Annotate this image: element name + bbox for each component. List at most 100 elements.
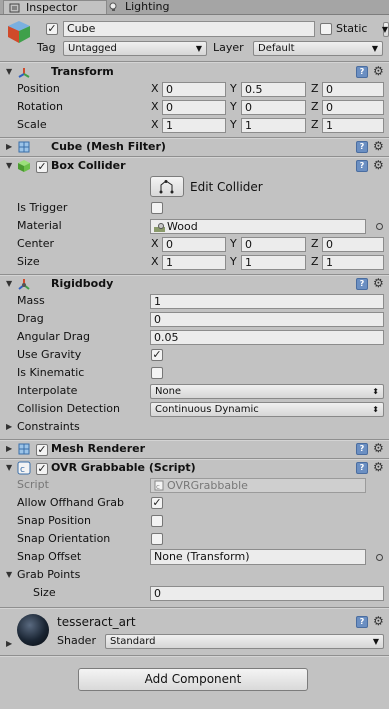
box-collider-enabled-checkbox[interactable]: ✓ [36, 161, 48, 173]
drag-field[interactable]: 0 [150, 312, 384, 327]
tab-inspector[interactable]: Inspector [3, 0, 107, 14]
gear-icon[interactable]: ⚙ [373, 460, 384, 474]
box-collider-icon [17, 159, 31, 173]
rigidbody-icon [17, 277, 31, 291]
size-y-field[interactable]: 1 [241, 255, 306, 270]
ovr-grabbable-enabled-checkbox[interactable]: ✓ [36, 463, 48, 475]
cube-object-icon [6, 19, 32, 45]
transform-fold-arrow[interactable]: ▼ [6, 64, 12, 80]
snap-orientation-checkbox[interactable] [151, 533, 163, 545]
scale-y-field[interactable]: 1 [241, 118, 306, 133]
position-z-field[interactable]: 0 [322, 82, 384, 97]
rotation-z-field[interactable]: 0 [322, 100, 384, 115]
gear-icon[interactable]: ⚙ [373, 441, 384, 455]
x-axis-label: X [151, 100, 159, 113]
gear-icon[interactable]: ⚙ [373, 139, 384, 153]
dropdown-arrow-icon: ▼ [371, 44, 378, 53]
help-icon[interactable]: ? [356, 141, 368, 153]
use-gravity-checkbox[interactable]: ✓ [151, 349, 163, 361]
box-collider-fold-arrow[interactable]: ▼ [6, 158, 12, 174]
divider [0, 608, 389, 609]
help-icon[interactable]: ? [356, 66, 368, 78]
x-axis-label: X [151, 118, 159, 131]
material-field[interactable]: Wood [150, 219, 366, 234]
gear-icon[interactable]: ⚙ [373, 158, 384, 172]
scale-z-field[interactable]: 1 [322, 118, 384, 133]
mesh-filter-icon [17, 140, 31, 154]
gear-icon[interactable]: ⚙ [373, 614, 384, 628]
z-axis-label: Z [311, 237, 319, 250]
material-fold-arrow[interactable]: ▶ [6, 636, 12, 652]
allow-offhand-checkbox[interactable]: ✓ [151, 497, 163, 509]
active-checkbox[interactable]: ✓ [46, 23, 58, 35]
size-z-field[interactable]: 1 [322, 255, 384, 270]
mesh-renderer-icon [17, 442, 31, 456]
edit-collider-button[interactable] [150, 176, 184, 197]
grab-points-label: Grab Points [17, 568, 81, 581]
size-x-field[interactable]: 1 [162, 255, 226, 270]
mesh-renderer-enabled-checkbox[interactable]: ✓ [36, 444, 48, 456]
add-component-button[interactable]: Add Component [78, 668, 308, 691]
y-axis-label: Y [230, 255, 237, 268]
help-icon[interactable]: ? [356, 616, 368, 628]
tab-label: Inspector [26, 1, 78, 14]
material-preview-sphere [17, 614, 49, 646]
script-file-icon: c [154, 480, 164, 492]
dropdown-arrow-icon: ▼ [195, 44, 202, 53]
gear-icon[interactable]: ⚙ [373, 276, 384, 290]
help-icon[interactable]: ? [356, 443, 368, 455]
rotation-y-field[interactable]: 0 [241, 100, 306, 115]
position-x-field[interactable]: 0 [162, 82, 226, 97]
is-kinematic-checkbox[interactable] [151, 367, 163, 379]
interpolate-dropdown[interactable]: None ⬍ [150, 384, 384, 399]
collision-detection-dropdown[interactable]: Continuous Dynamic ⬍ [150, 402, 384, 417]
rotation-x-field[interactable]: 0 [162, 100, 226, 115]
static-dropdown[interactable]: ▼ [382, 22, 389, 37]
gear-icon[interactable]: ⚙ [373, 64, 384, 78]
scale-x-field[interactable]: 1 [162, 118, 226, 133]
tag-value: Untagged [68, 43, 117, 54]
x-axis-label: X [151, 82, 159, 95]
rigidbody-fold-arrow[interactable]: ▼ [6, 276, 12, 292]
dropdown-arrow-icon: ▼ [372, 637, 379, 646]
grab-points-size-field[interactable]: 0 [150, 586, 384, 601]
mesh-filter-fold-arrow[interactable]: ▶ [6, 139, 12, 155]
box-collider-title: Box Collider [51, 159, 126, 172]
interpolate-value: None [155, 386, 182, 397]
object-picker-icon[interactable] [376, 223, 383, 230]
rotation-label: Rotation [17, 100, 64, 113]
tab-lighting[interactable]: Lighting [103, 0, 193, 14]
y-axis-label: Y [230, 237, 237, 250]
angular-drag-field[interactable]: 0.05 [150, 330, 384, 345]
help-icon[interactable]: ? [356, 462, 368, 474]
physic-material-icon [154, 222, 165, 233]
ovr-grabbable-fold-arrow[interactable]: ▼ [6, 460, 12, 476]
snap-position-checkbox[interactable] [151, 515, 163, 527]
z-axis-label: Z [311, 255, 319, 268]
snap-offset-field[interactable]: None (Transform) [150, 549, 366, 565]
layer-dropdown[interactable]: Default ▼ [253, 41, 383, 56]
shader-dropdown[interactable]: Standard ▼ [105, 634, 384, 649]
is-trigger-checkbox[interactable] [151, 202, 163, 214]
help-icon[interactable]: ? [356, 278, 368, 290]
script-field: c OVRGrabbable [150, 478, 366, 493]
center-y-field[interactable]: 0 [241, 237, 306, 252]
ovr-grabbable-title: OVR Grabbable (Script) [51, 461, 196, 474]
transform-icon [17, 65, 31, 79]
mesh-renderer-fold-arrow[interactable]: ▶ [6, 441, 12, 457]
grab-points-fold-arrow[interactable]: ▼ [6, 567, 12, 583]
x-axis-label: X [151, 255, 159, 268]
svg-text:c: c [156, 483, 160, 491]
svg-text:c: c [20, 465, 25, 475]
position-y-field[interactable]: 0.5 [241, 82, 306, 97]
object-name-input[interactable]: Cube [63, 21, 315, 37]
help-icon[interactable]: ? [356, 160, 368, 172]
mass-field[interactable]: 1 [150, 294, 384, 309]
object-picker-icon[interactable] [376, 554, 383, 561]
allow-offhand-label: Allow Offhand Grab [17, 496, 125, 509]
static-checkbox[interactable] [320, 23, 332, 35]
center-x-field[interactable]: 0 [162, 237, 226, 252]
center-z-field[interactable]: 0 [322, 237, 384, 252]
constraints-fold-arrow[interactable]: ▶ [6, 419, 12, 435]
tag-dropdown[interactable]: Untagged ▼ [63, 41, 207, 56]
